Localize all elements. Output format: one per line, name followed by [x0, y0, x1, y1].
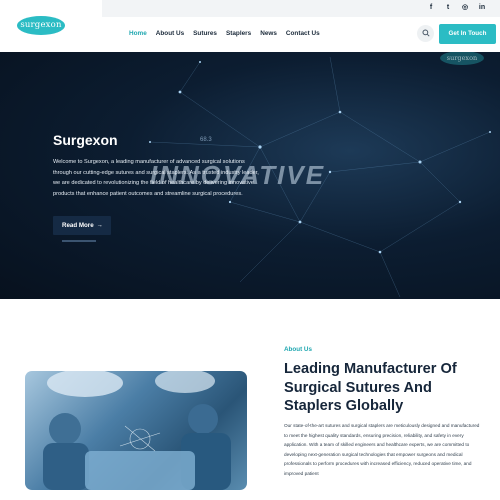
nav-item-home[interactable]: Home — [129, 30, 147, 37]
logo[interactable]: surgexon — [17, 16, 65, 35]
nav-item-news[interactable]: News — [260, 30, 277, 37]
read-more-label: Read More — [62, 222, 94, 229]
nav-item-staplers[interactable]: Staplers — [226, 30, 251, 37]
search-icon — [421, 29, 430, 37]
linkedin-icon[interactable]: in — [478, 3, 486, 13]
arrow-right-icon: → — [96, 222, 103, 229]
slider-indicator[interactable] — [62, 240, 96, 242]
nav-item-sutures[interactable]: Sutures — [193, 30, 217, 37]
about-title: Leading Manufacturer Of Surgical Sutures… — [284, 361, 457, 414]
surgery-illustration — [43, 371, 231, 490]
hero-section: INNOVATIVE 68.3 surgexon Surgexon Welcom… — [0, 52, 500, 299]
get-in-touch-button[interactable]: Get In Touch — [439, 24, 496, 44]
instagram-icon[interactable]: ◎ — [461, 3, 469, 13]
hero-description: Welcome to Surgexon, a leading manufactu… — [53, 159, 259, 198]
nav-item-about-us[interactable]: About Us — [156, 30, 184, 37]
surgery-team-image — [25, 371, 247, 490]
page: f t ◎ in surgexon Home About Us Sutures … — [0, 0, 500, 500]
social-links: f t ◎ in — [427, 3, 486, 13]
background-number: 68.3 — [200, 137, 212, 143]
top-strip: f t ◎ in — [102, 0, 500, 17]
hero-title: Surgexon — [53, 132, 118, 148]
facebook-icon[interactable]: f — [427, 3, 435, 13]
about-description: Our state-of-the-art sutures and surgica… — [284, 423, 480, 476]
search-button[interactable] — [417, 25, 434, 42]
read-more-button[interactable]: Read More → — [53, 216, 111, 235]
main-nav: Home About Us Sutures Staplers News Cont… — [129, 30, 320, 37]
twitter-icon[interactable]: t — [444, 3, 452, 13]
nav-item-contact-us[interactable]: Contact Us — [286, 30, 320, 37]
about-section-label: About Us — [284, 346, 312, 353]
